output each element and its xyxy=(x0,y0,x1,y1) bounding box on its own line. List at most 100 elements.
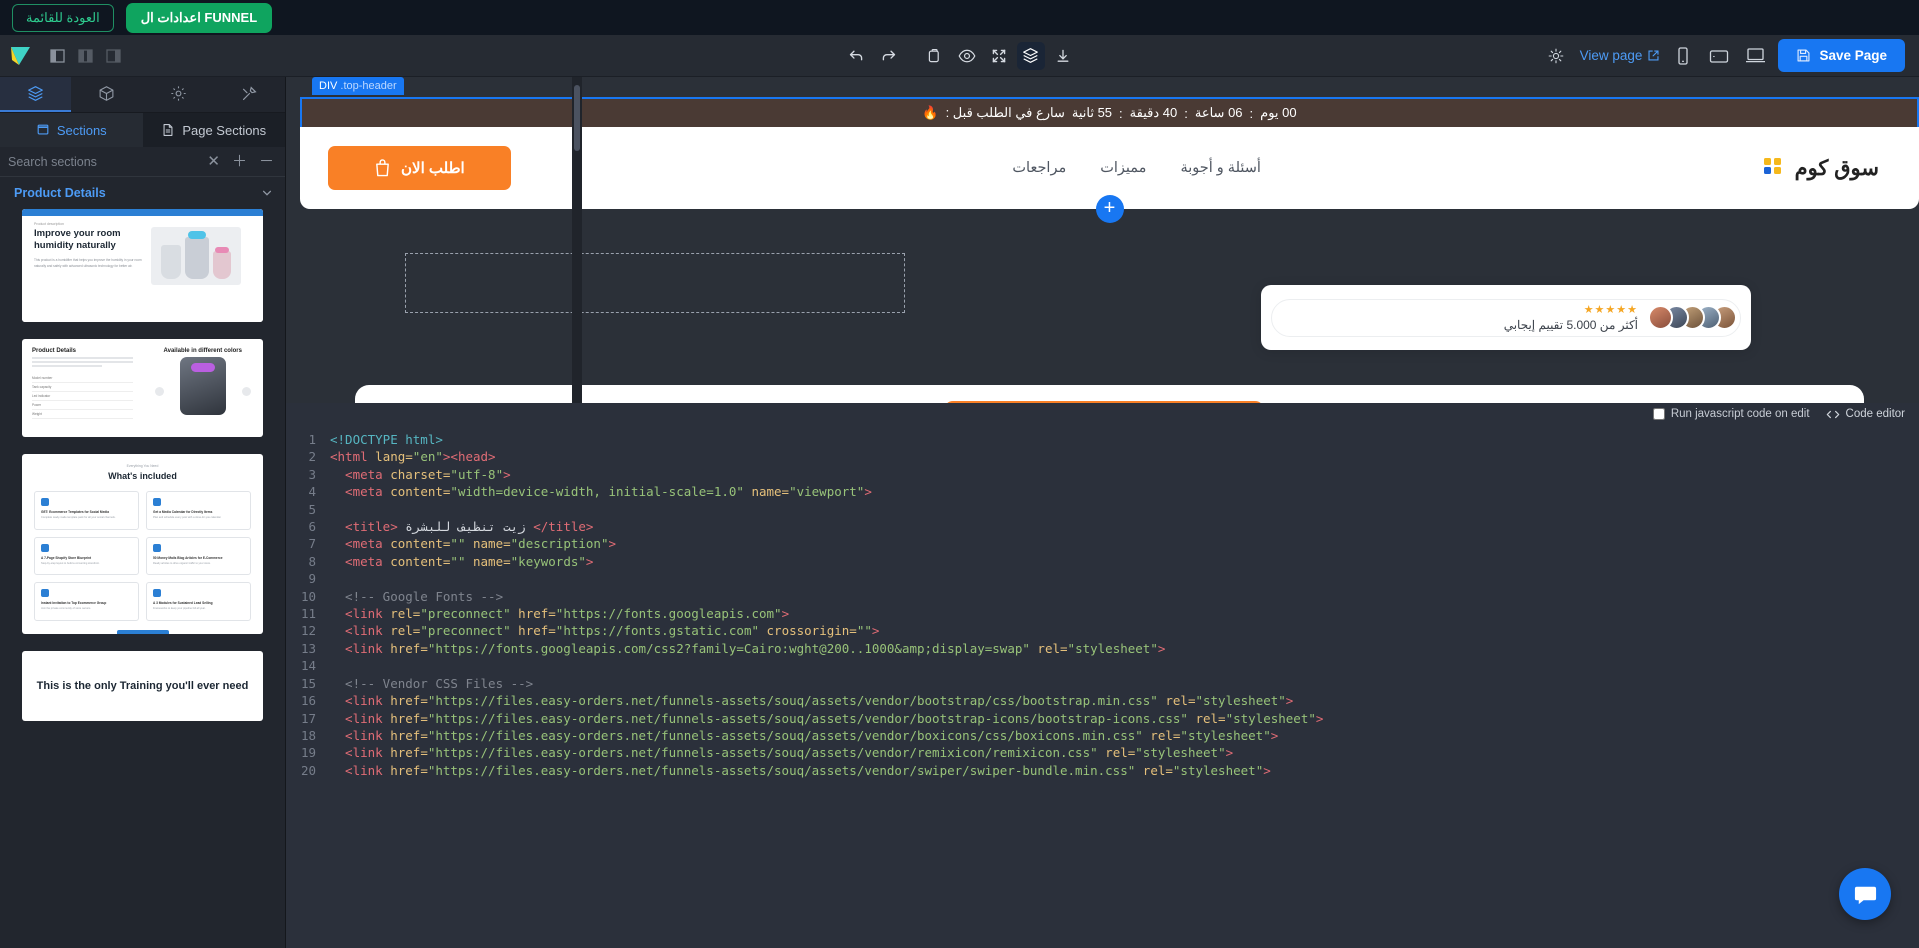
section-thumb-product-details: Product Details Model number Tank capaci… xyxy=(22,339,263,437)
code-editor-header: Run javascript code on edit Code editor xyxy=(286,403,1919,425)
site-nav: أسئلة و أجوبة مميزات مراجعات xyxy=(1012,160,1261,176)
code-line: 10 <!-- Google Fonts --> xyxy=(286,588,1919,605)
tab-sections[interactable]: Sections xyxy=(0,113,143,147)
add-section-button[interactable]: + xyxy=(1095,195,1124,223)
thumb-feature-title: A 7-Page Shopify Store Blueprint xyxy=(41,555,92,560)
code-line-number: 6 xyxy=(308,519,316,535)
chevron-down-icon xyxy=(262,190,272,196)
view-page-link[interactable]: View page xyxy=(1580,48,1661,63)
nav-link-faq[interactable]: أسئلة و أجوبة xyxy=(1180,160,1260,176)
review-banner[interactable]: ★★★★★ أكثر من 5.000 تقييم إيجابي xyxy=(1261,285,1751,350)
thumb-title: Improve your room humidity naturally xyxy=(34,228,121,251)
code-line-number: 1 xyxy=(308,432,316,447)
thumb-feature-cell: Get a Media Calendar for Directly Items P… xyxy=(146,491,251,530)
code-line-number: 10 xyxy=(300,588,316,604)
save-page-button[interactable]: Save Page xyxy=(1778,39,1905,72)
run-js-label: Run javascript code on edit xyxy=(1670,408,1810,420)
close-icon[interactable]: ✕ xyxy=(204,154,223,169)
redo-icon[interactable] xyxy=(875,42,903,70)
top-strip: العودة للقائمة اعدادات ال FUNNEL xyxy=(0,0,1919,35)
header-order-button[interactable]: اطلب الان xyxy=(328,146,511,190)
preview-eye-icon[interactable] xyxy=(953,42,981,70)
code-line-text: <link href="https://files.easy-orders.ne… xyxy=(330,745,1234,761)
layers-icon[interactable] xyxy=(1016,41,1045,70)
sidebar-item-layers[interactable] xyxy=(0,77,72,112)
sidebar-panel-tabs xyxy=(0,77,285,113)
code-line-text: <meta content="width=device-width, initi… xyxy=(330,484,872,500)
thumb-feature-cell: A 7-Page Shopify Store Blueprint Step-by-… xyxy=(34,536,139,576)
layout-left-panel-button[interactable] xyxy=(44,43,70,69)
code-line: 13 <link href="https://fonts.googleapis.… xyxy=(286,640,1919,657)
external-link-icon xyxy=(1648,50,1659,61)
layers-icon xyxy=(28,86,44,101)
selected-element-class: .top-header xyxy=(340,80,397,92)
thumb-feature-grid: GET: Ecommerce Templates for Social Medi… xyxy=(34,491,251,621)
code-line-number: 19 xyxy=(300,745,316,761)
code-line-number: 9 xyxy=(308,571,316,587)
list-item[interactable]: Product description Improve your room hu… xyxy=(22,209,263,322)
code-line-text: <meta charset="utf-8"> xyxy=(330,466,511,482)
funnel-settings-button[interactable]: اعدادات ال FUNNEL xyxy=(125,2,273,33)
toolbar-left-group xyxy=(0,43,286,69)
duplicate-icon[interactable] xyxy=(921,42,949,70)
save-disk-icon xyxy=(1797,49,1810,62)
chat-bubble-icon[interactable] xyxy=(1839,868,1891,920)
run-js-checkbox[interactable] xyxy=(1652,408,1665,420)
section-thumb-training: This is the only Training you'll ever ne… xyxy=(22,651,263,721)
code-editor-toggle[interactable]: Code editor xyxy=(1826,408,1905,421)
code-line: 4 <meta content="width=device-width, ini… xyxy=(286,483,1919,500)
layout-split-panel-button[interactable] xyxy=(72,43,98,69)
code-line-text: <link href="https://files.easy-orders.ne… xyxy=(330,693,1294,709)
sidebar-item-blocks[interactable] xyxy=(71,77,142,112)
layout-right-panel-button[interactable] xyxy=(100,43,126,69)
thumb-feature-body: Step-by-step layout to build a convertin… xyxy=(41,561,100,565)
download-icon[interactable] xyxy=(1049,42,1077,70)
code-editor-body[interactable]: 1 <!DOCTYPE html> 2 <html lang="en"><head> 3… xyxy=(286,425,1919,948)
code-line-text: <!-- Google Fonts --> xyxy=(330,588,504,604)
thumb-feature-title: 50 Money Mails Blog Articles for E-Comme… xyxy=(153,555,223,560)
tablet-view-icon[interactable] xyxy=(1706,44,1732,68)
code-line: 15 <!-- Vendor CSS Files --> xyxy=(286,675,1919,692)
header-order-label: اطلب الان xyxy=(401,160,465,177)
mobile-view-icon[interactable] xyxy=(1670,44,1696,68)
code-line: 6 <title> زيت تنظيف للبشرة </title> xyxy=(286,518,1919,535)
plus-icon[interactable]: ＋ xyxy=(229,154,250,169)
section-thumb-whats-included: Everything You Need What's included GET:… xyxy=(22,454,263,634)
thumb-feature-body: Frameworks to keep your pipeline full al… xyxy=(153,607,206,611)
countdown-days: 00 يوم xyxy=(1260,105,1297,120)
minus-icon[interactable]: － xyxy=(256,154,277,169)
fullscreen-icon[interactable] xyxy=(985,42,1013,70)
fire-icon: 🔥 xyxy=(922,105,939,120)
search-input[interactable] xyxy=(8,154,199,169)
list-item[interactable]: Product Details Model number Tank capaci… xyxy=(22,339,263,437)
countdown-promo-bar[interactable]: 00 يوم : 06 ساعة : 40 دقيقة : 55 ثانية س… xyxy=(300,97,1919,127)
page-icon xyxy=(163,124,173,136)
list-item[interactable]: Everything You Need What's included GET:… xyxy=(22,454,263,634)
canvas-scrollbar-thumb[interactable] xyxy=(574,85,580,151)
section-group-product-details[interactable]: Product Details xyxy=(0,177,285,209)
tab-page-sections[interactable]: Page Sections xyxy=(142,113,285,147)
code-line: 5 xyxy=(286,501,1919,518)
list-item[interactable]: This is the only Training you'll ever ne… xyxy=(22,651,263,721)
brand[interactable]: سوق كوم xyxy=(1763,155,1879,182)
back-to-list-button[interactable]: العودة للقائمة xyxy=(12,3,114,32)
sun-icon[interactable] xyxy=(1542,42,1570,70)
preview-viewport: DIV .top-header 00 يوم : 06 ساعة : 40 دق… xyxy=(286,77,1919,403)
empty-drop-area[interactable] xyxy=(405,253,905,313)
nav-link-features[interactable]: مميزات xyxy=(1100,160,1146,176)
code-line-text: <html lang="en"><head> xyxy=(330,449,496,465)
code-line-text: <link href="https://files.easy-orders.ne… xyxy=(330,727,1279,743)
undo-icon[interactable] xyxy=(843,42,871,70)
review-count-text: أكثر من 5.000 تقييم إيجابي xyxy=(1503,318,1638,332)
run-js-on-edit-toggle[interactable]: Run javascript code on edit xyxy=(1652,408,1810,420)
sidebar-item-styles[interactable] xyxy=(214,77,285,112)
nav-link-reviews[interactable]: مراجعات xyxy=(1012,160,1066,176)
check-icon xyxy=(41,543,49,552)
code-line-text: <link href="https://files.easy-orders.ne… xyxy=(330,710,1324,726)
code-line-number: 3 xyxy=(308,466,316,482)
sidebar-item-settings[interactable] xyxy=(143,77,214,112)
app-root: العودة للقائمة اعدادات ال FUNNEL View pa… xyxy=(0,0,1919,948)
section-thumbnail-list: Product description Improve your room hu… xyxy=(0,209,285,948)
site-header: سوق كوم أسئلة و أجوبة مميزات مراجعات اطل… xyxy=(300,127,1919,223)
desktop-view-icon[interactable] xyxy=(1742,44,1768,68)
